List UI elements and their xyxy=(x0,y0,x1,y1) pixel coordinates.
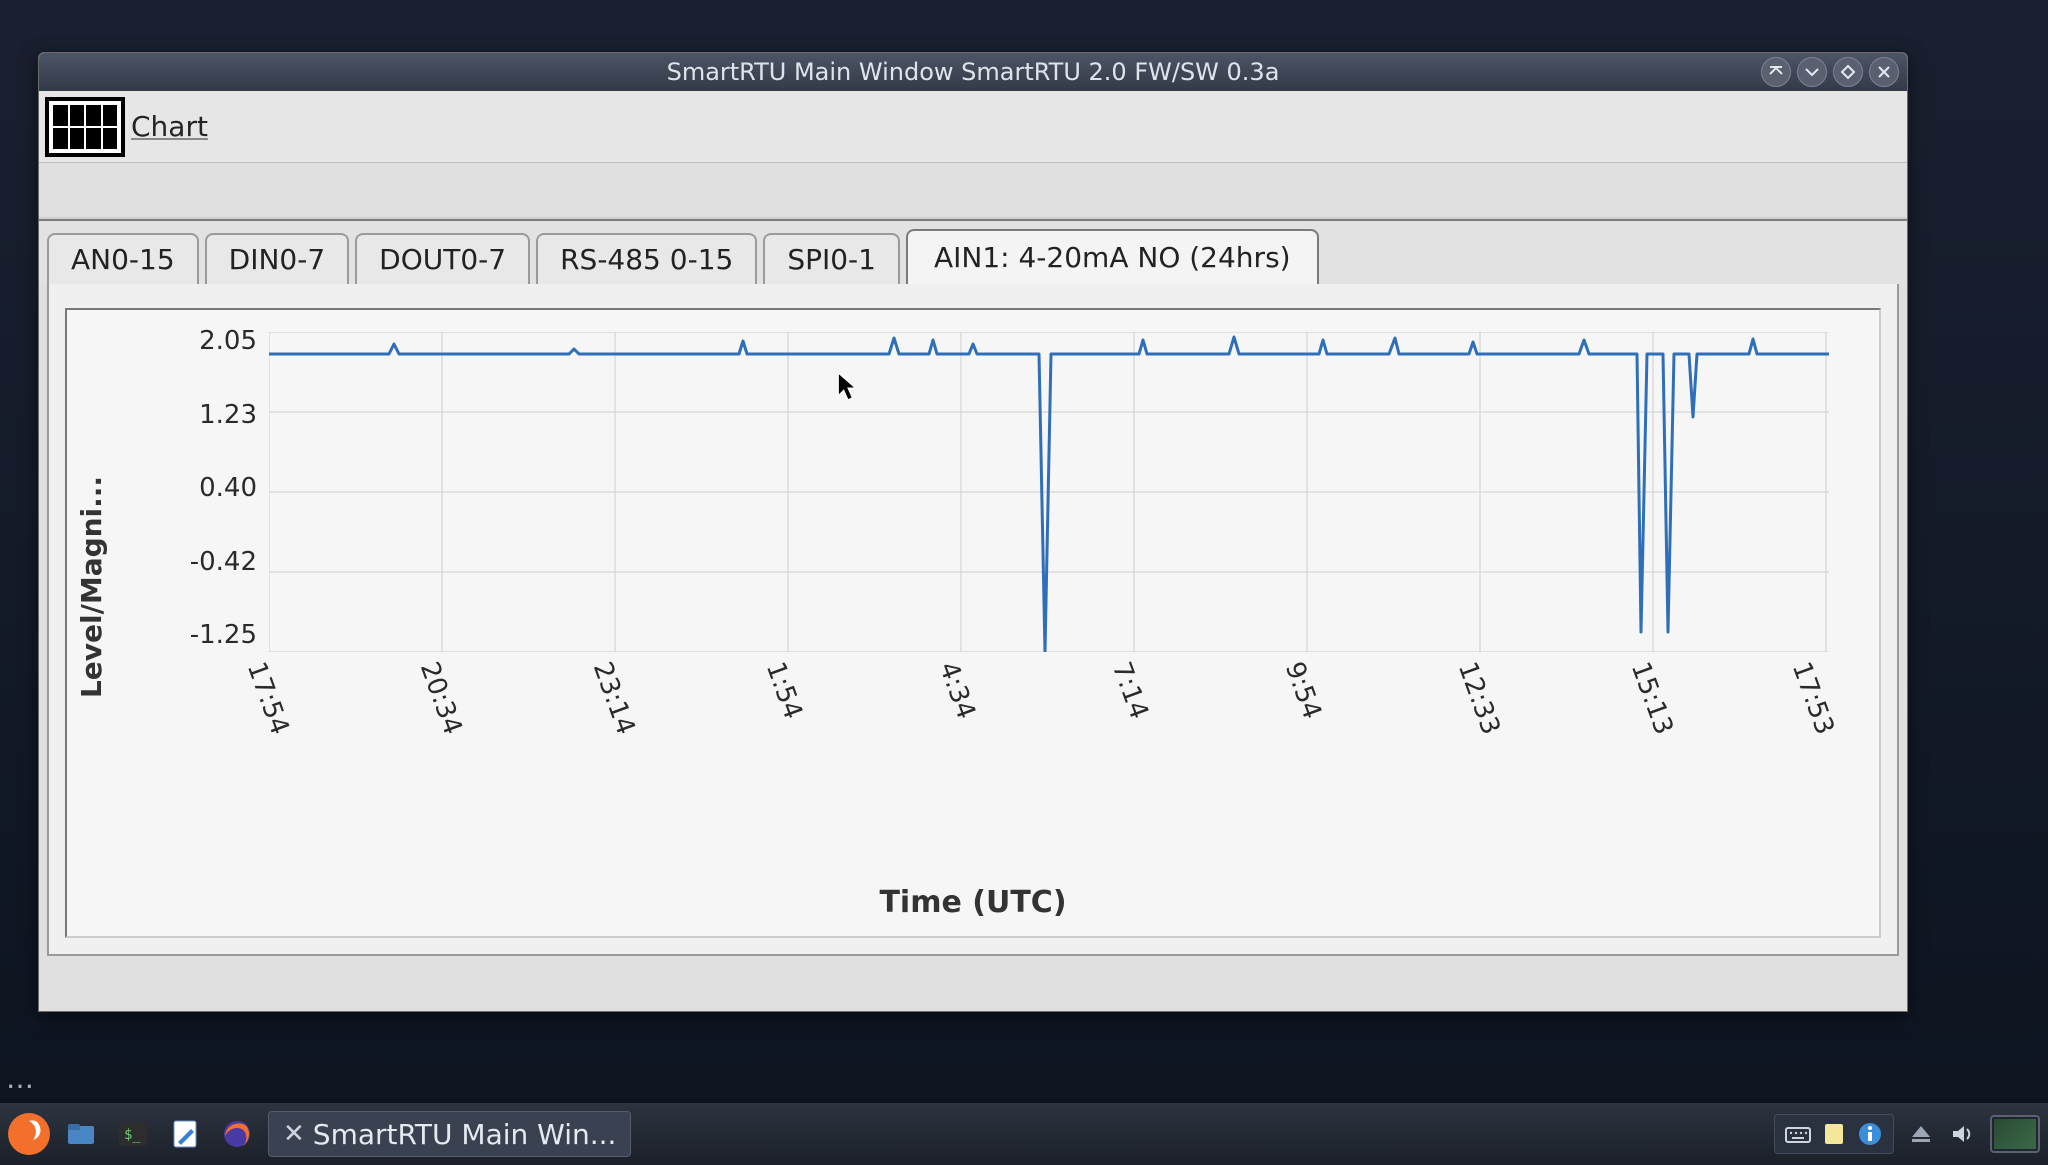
x-axis-label: Time (UTC) xyxy=(879,885,1066,920)
window-keep-above-button[interactable] xyxy=(1761,57,1791,87)
panel-overflow-icon[interactable]: … xyxy=(6,1062,38,1095)
window-maximize-button[interactable] xyxy=(1833,57,1863,87)
menu-bar: Chart xyxy=(39,91,1907,163)
volume-tray-icon[interactable] xyxy=(1948,1119,1978,1149)
xtick: 1:54 xyxy=(760,658,808,723)
window-title: SmartRTU Main Window SmartRTU 2.0 FW/SW … xyxy=(667,58,1280,86)
ytick: 1.23 xyxy=(137,400,257,430)
window-minimize-button[interactable] xyxy=(1797,57,1827,87)
desktop-switch-icon[interactable] xyxy=(1990,1115,2040,1153)
toolbar-spacer xyxy=(39,163,1907,221)
close-icon: ✕ xyxy=(283,1119,305,1149)
xtick: 23:14 xyxy=(587,658,641,739)
ytick: -1.25 xyxy=(137,620,257,650)
window-titlebar[interactable]: SmartRTU Main Window SmartRTU 2.0 FW/SW … xyxy=(39,53,1907,91)
ytick: 2.05 xyxy=(137,326,257,356)
taskbar: $_ ✕ SmartRTU Main Win... xyxy=(0,1103,2048,1165)
tab-bar: AN0-15 DIN0-7 DOUT0-7 RS-485 0-15 SPI0-1… xyxy=(39,221,1907,284)
chart-frame: Level/Magni... 2.05 1.23 0.40 -0.42 -1.2… xyxy=(65,308,1881,938)
start-menu-icon[interactable] xyxy=(8,1113,50,1155)
window-close-button[interactable] xyxy=(1869,57,1899,87)
window-controls xyxy=(1761,57,1899,87)
terminal-icon[interactable]: $_ xyxy=(112,1113,154,1155)
y-axis-label: Level/Magni... xyxy=(75,476,108,698)
info-tray-icon[interactable] xyxy=(1855,1119,1885,1149)
x-tick-labels: 17:54 20:34 23:14 1:54 4:34 7:14 9:54 12… xyxy=(269,658,1829,758)
xtick: 7:14 xyxy=(1106,658,1154,723)
tab-spi0-1[interactable]: SPI0-1 xyxy=(763,233,900,284)
tab-ain1-24hrs[interactable]: AIN1: 4-20mA NO (24hrs) xyxy=(906,229,1319,284)
chart-panel: Level/Magni... 2.05 1.23 0.40 -0.42 -1.2… xyxy=(47,284,1899,956)
ytick: -0.42 xyxy=(137,547,257,577)
text-editor-icon[interactable] xyxy=(164,1113,206,1155)
xtick: 17:54 xyxy=(241,658,295,739)
ytick: 0.40 xyxy=(137,473,257,503)
chart-svg xyxy=(269,332,1829,652)
xtick: 17:53 xyxy=(1786,658,1840,739)
tab-an0-15[interactable]: AN0-15 xyxy=(47,233,199,284)
tab-din0-7[interactable]: DIN0-7 xyxy=(205,233,350,284)
tab-dout0-7[interactable]: DOUT0-7 xyxy=(355,233,530,284)
plot-area[interactable]: Level/Magni... 2.05 1.23 0.40 -0.42 -1.2… xyxy=(79,322,1867,924)
menu-item-chart[interactable]: Chart xyxy=(131,110,208,143)
xtick: 4:34 xyxy=(933,658,981,723)
main-window: SmartRTU Main Window SmartRTU 2.0 FW/SW … xyxy=(38,52,1908,1012)
tab-rs485-0-15[interactable]: RS-485 0-15 xyxy=(536,233,757,284)
taskbar-window-button[interactable]: ✕ SmartRTU Main Win... xyxy=(268,1111,631,1157)
xtick: 9:54 xyxy=(1279,658,1327,723)
onscreen-keyboard-icon[interactable] xyxy=(45,97,125,157)
xtick: 12:33 xyxy=(1452,658,1506,739)
mouse-cursor-icon xyxy=(837,372,859,402)
firefox-icon[interactable] xyxy=(216,1113,258,1155)
svg-text:$_: $_ xyxy=(124,1127,141,1143)
keyboard-tray-icon[interactable] xyxy=(1783,1119,1813,1149)
notes-tray-icon[interactable] xyxy=(1819,1119,1849,1149)
eject-tray-icon[interactable] xyxy=(1906,1119,1936,1149)
xtick: 20:34 xyxy=(414,658,468,739)
file-manager-icon[interactable] xyxy=(60,1113,102,1155)
system-tray xyxy=(1774,1114,1894,1154)
y-tick-labels: 2.05 1.23 0.40 -0.42 -1.25 xyxy=(137,322,257,650)
xtick: 15:13 xyxy=(1625,658,1679,739)
taskbar-window-label: SmartRTU Main Win... xyxy=(313,1118,617,1151)
